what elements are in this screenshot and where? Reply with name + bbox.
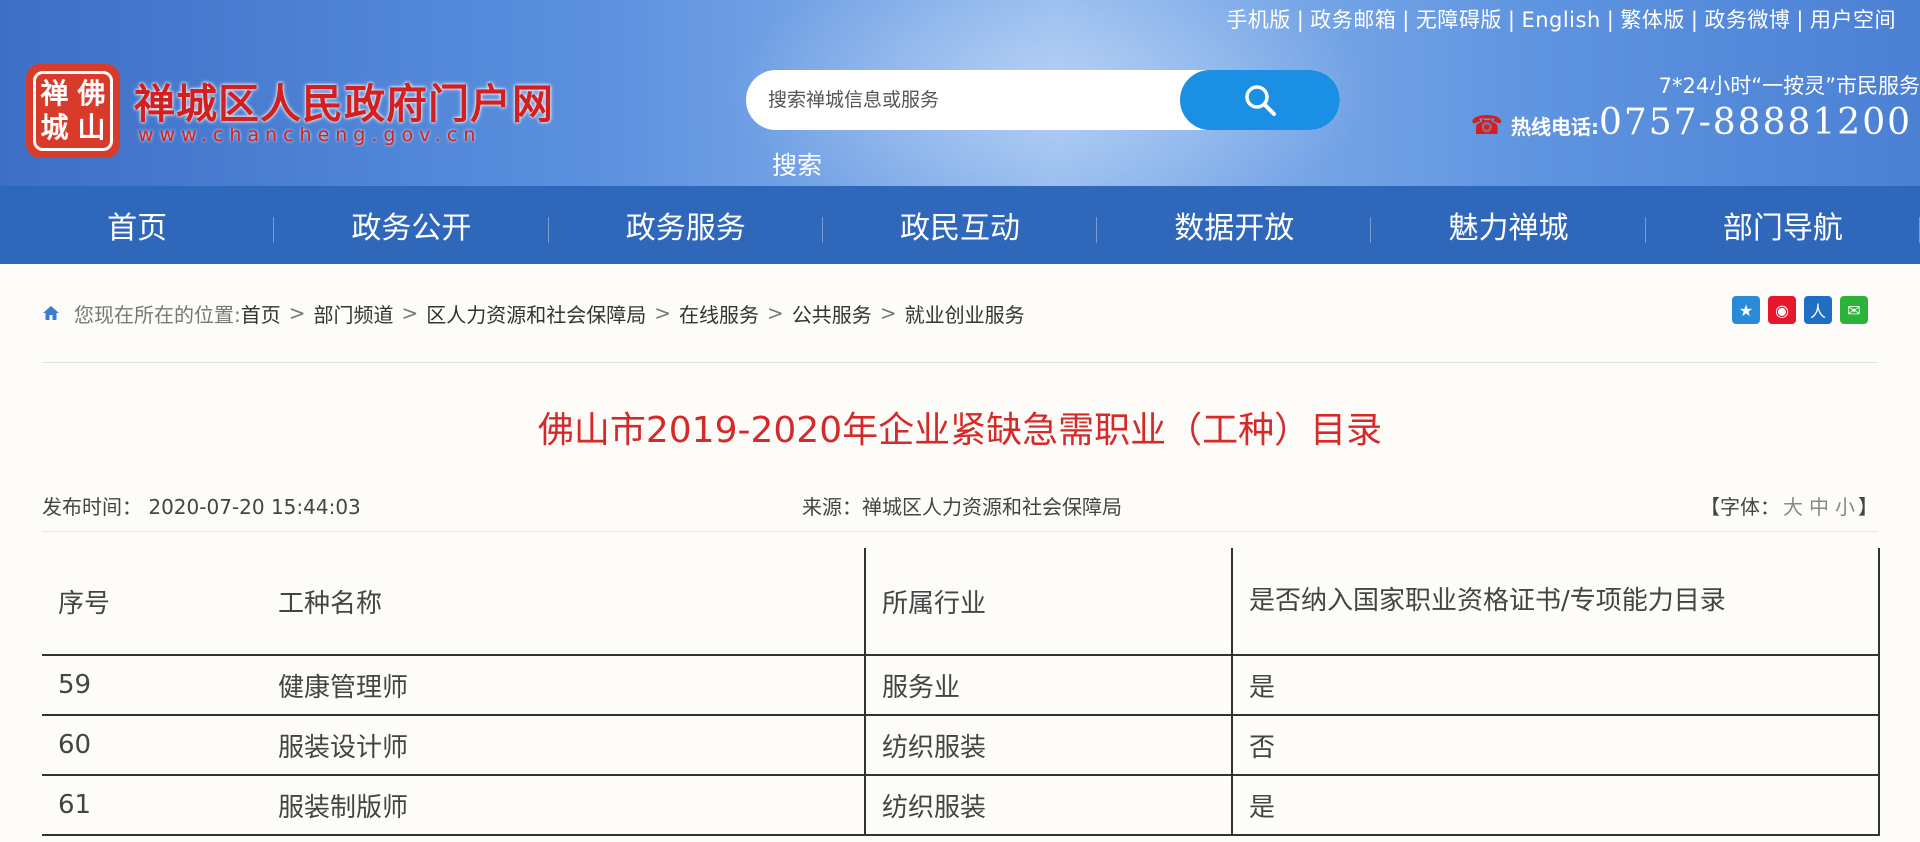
header-certified: 是否纳入国家职业资格证书/专项能力目录 — [1231, 548, 1880, 655]
nav-gov-services[interactable]: 政务服务 — [549, 203, 824, 247]
main-content: 您现在所在的位置: 首页 > 部门频道 > 区人力资源和社会保障局 > 在线服务… — [0, 264, 1920, 836]
cell-job-name: 健康管理师 — [262, 654, 865, 715]
share-bar: ★ ◉ 人 ✉ — [1732, 296, 1868, 324]
link-user-space[interactable]: 用户空间 — [1810, 8, 1896, 32]
search-input[interactable] — [768, 70, 1188, 130]
article-title: 佛山市2019-2020年企业紧缺急需职业（工种）目录 — [537, 410, 1383, 451]
header-job-name: 工种名称 — [278, 588, 383, 619]
cell-seq: 60 — [42, 714, 262, 775]
cell-certified: 否 — [1231, 714, 1880, 775]
font-size-close: 】 — [1858, 494, 1878, 519]
publish-time-value: 2020-07-20 15:44:03 — [148, 494, 361, 519]
search-label[interactable]: 搜索 — [772, 146, 822, 182]
link-accessible[interactable]: 无障碍版 — [1416, 8, 1502, 32]
nav-interaction[interactable]: 政民互动 — [823, 203, 1098, 247]
breadcrumb-public-service[interactable]: 公共服务 — [792, 299, 872, 328]
qzone-icon[interactable]: ★ — [1732, 296, 1760, 324]
wechat-icon[interactable]: ✉ — [1840, 296, 1868, 324]
header-seq: 序号 — [58, 588, 111, 619]
link-english[interactable]: English — [1521, 8, 1600, 32]
nav-home[interactable]: 首页 — [0, 203, 275, 247]
cell-seq: 61 — [42, 774, 262, 836]
phone-icon: ☎ — [1470, 111, 1503, 141]
main-nav: 首页 政务公开 政务服务 政民互动 数据开放 魅力禅城 部门导航 — [0, 186, 1920, 264]
site-logo[interactable]: 禅 佛 城 山 — [26, 64, 120, 158]
cell-job-name: 服装设计师 — [262, 714, 865, 775]
cell-seq: 59 — [42, 654, 262, 715]
font-small-button[interactable]: 小 — [1835, 495, 1855, 519]
font-large-button[interactable]: 大 — [1783, 495, 1803, 519]
article-source: 来源：禅城区人力资源和社会保障局 — [802, 494, 1122, 519]
table-header-row: 序号 工种名称 所属行业 是否纳入国家职业资格证书/专项能力目录 — [42, 548, 1880, 655]
site-title[interactable]: 禅城区人民政府门户网 — [134, 70, 554, 130]
hotline: ☎ 热线电话: 0757-88881200 — [1471, 102, 1912, 143]
font-size-control: 【字体：大中小】 — [1700, 491, 1878, 520]
hotline-number: 0757-88881200 — [1598, 102, 1912, 143]
link-mail[interactable]: 政务邮箱 — [1310, 8, 1396, 32]
breadcrumb-dept-channel[interactable]: 部门频道 — [314, 299, 394, 328]
table-row: 60 服装设计师 纺织服装 否 — [42, 714, 1880, 775]
table-row: 59 健康管理师 服务业 是 — [42, 654, 1880, 715]
hotline-label: 热线电话: — [1510, 115, 1599, 139]
breadcrumb-online-service[interactable]: 在线服务 — [679, 299, 759, 328]
font-medium-button[interactable]: 中 — [1809, 495, 1829, 519]
occupation-table: 序号 工种名称 所属行业 是否纳入国家职业资格证书/专项能力目录 59 健康管理… — [42, 548, 1880, 836]
search-box — [746, 70, 1340, 130]
header-industry: 所属行业 — [864, 548, 1232, 655]
link-mobile[interactable]: 手机版 — [1226, 8, 1291, 32]
article-meta: 发布时间： 2020-07-20 15:44:03 来源：禅城区人力资源和社会保… — [42, 479, 1878, 532]
breadcrumb-here: 您现在所在的位置: — [74, 302, 241, 327]
cell-industry: 纺织服装 — [864, 774, 1232, 836]
renren-icon[interactable]: 人 — [1804, 296, 1832, 324]
logo-char: 禅 — [40, 77, 69, 110]
top-links: 手机版 | 政务邮箱 | 无障碍版 | English | 繁体版 | 政务微博 | 用户空间 — [1226, 8, 1896, 32]
cell-industry: 服务业 — [864, 654, 1232, 715]
logo-char: 佛 — [77, 77, 106, 110]
nav-gov-affairs[interactable]: 政务公开 — [274, 203, 549, 247]
publish-time: 发布时间： 2020-07-20 15:44:03 — [42, 491, 361, 520]
home-icon — [43, 306, 59, 320]
cell-industry: 纺织服装 — [864, 714, 1232, 775]
logo-char: 山 — [77, 111, 106, 144]
table-row: 61 服装制版师 纺织服装 是 — [42, 774, 1880, 836]
hotline-slogan: 7*24小时“一按灵”市民服务 — [1658, 74, 1920, 98]
link-weibo[interactable]: 政务微博 — [1704, 8, 1790, 32]
publish-label: 发布时间： — [42, 494, 142, 519]
nav-open-data[interactable]: 数据开放 — [1097, 203, 1372, 247]
font-size-label: 【字体： — [1700, 494, 1780, 519]
breadcrumb-employment[interactable]: 就业创业服务 — [905, 299, 1025, 328]
nav-departments[interactable]: 部门导航 — [1646, 203, 1920, 247]
search-button[interactable] — [1180, 70, 1340, 130]
breadcrumb: 您现在所在的位置: 首页 > 部门频道 > 区人力资源和社会保障局 > 在线服务… — [42, 264, 1878, 363]
weibo-icon[interactable]: ◉ — [1768, 296, 1796, 324]
breadcrumb-hr-bureau[interactable]: 区人力资源和社会保障局 — [426, 299, 646, 328]
search-icon — [1245, 85, 1276, 116]
breadcrumb-home[interactable]: 首页 — [241, 299, 281, 328]
nav-charm-chancheng[interactable]: 魅力禅城 — [1371, 203, 1646, 247]
cell-certified: 是 — [1231, 774, 1880, 836]
site-header: 手机版 | 政务邮箱 | 无障碍版 | English | 繁体版 | 政务微博 | 用户空间 禅 佛 … — [0, 0, 1920, 186]
cell-certified: 是 — [1231, 654, 1880, 715]
logo-char: 城 — [40, 111, 69, 144]
cell-job-name: 服装制版师 — [262, 774, 865, 836]
link-traditional[interactable]: 繁体版 — [1620, 8, 1685, 32]
site-url: www.chancheng.gov.cn — [138, 124, 482, 146]
